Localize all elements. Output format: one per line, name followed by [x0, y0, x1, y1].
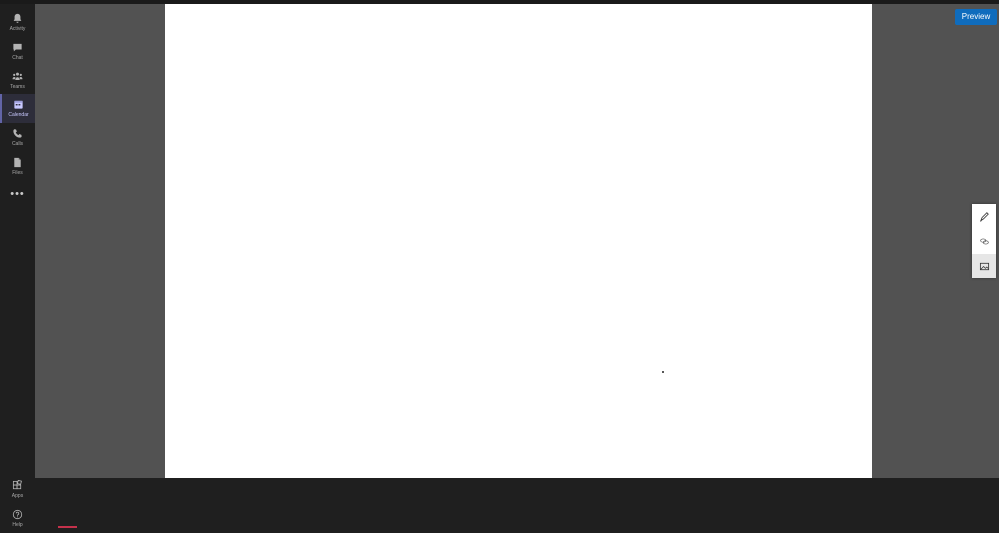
preview-button[interactable]: Preview [955, 9, 997, 25]
phone-icon [12, 128, 23, 139]
rail-item-calendar[interactable]: Calendar [0, 94, 35, 123]
image-tool-button[interactable] [972, 254, 996, 278]
rail-item-apps[interactable]: Apps [0, 475, 35, 504]
document-viewer [35, 4, 999, 478]
bottom-bar [35, 478, 999, 528]
more-apps-button[interactable]: ••• [0, 180, 35, 209]
rail-item-teams[interactable]: Teams [0, 66, 35, 95]
annotation-toolbar [972, 204, 996, 278]
rail-label-teams: Teams [10, 84, 25, 90]
teams-icon [12, 71, 23, 82]
rail-label-activity: Activity [9, 26, 26, 32]
rail-item-files[interactable]: Files [0, 152, 35, 181]
link-icon [979, 236, 990, 247]
pen-tool-button[interactable] [972, 204, 996, 228]
help-icon [12, 509, 23, 520]
rail-label-calendar: Calendar [8, 112, 29, 118]
link-tool-button[interactable] [972, 229, 996, 253]
image-icon [979, 261, 990, 272]
rail-item-chat[interactable]: Chat [0, 37, 35, 66]
page-mark [662, 371, 664, 373]
rail-item-help[interactable]: Help [0, 504, 35, 533]
rail-label-calls: Calls [11, 141, 24, 147]
rail-label-apps: Apps [11, 493, 24, 499]
apps-icon [12, 480, 23, 491]
document-page[interactable] [165, 4, 872, 478]
calendar-icon [13, 99, 24, 110]
rail-label-chat: Chat [12, 55, 23, 61]
rail-label-help: Help [12, 522, 23, 528]
pen-icon [979, 211, 990, 222]
bell-icon [12, 13, 23, 24]
rail-item-calls[interactable]: Calls [0, 123, 35, 152]
rail-label-files: Files [12, 170, 23, 176]
more-icon: ••• [10, 188, 25, 200]
file-icon [12, 157, 23, 168]
chat-icon [12, 42, 23, 53]
rail-item-activity[interactable]: Activity [0, 8, 35, 37]
app-rail: Activity Chat Teams Calendar Calls Files… [0, 4, 35, 528]
